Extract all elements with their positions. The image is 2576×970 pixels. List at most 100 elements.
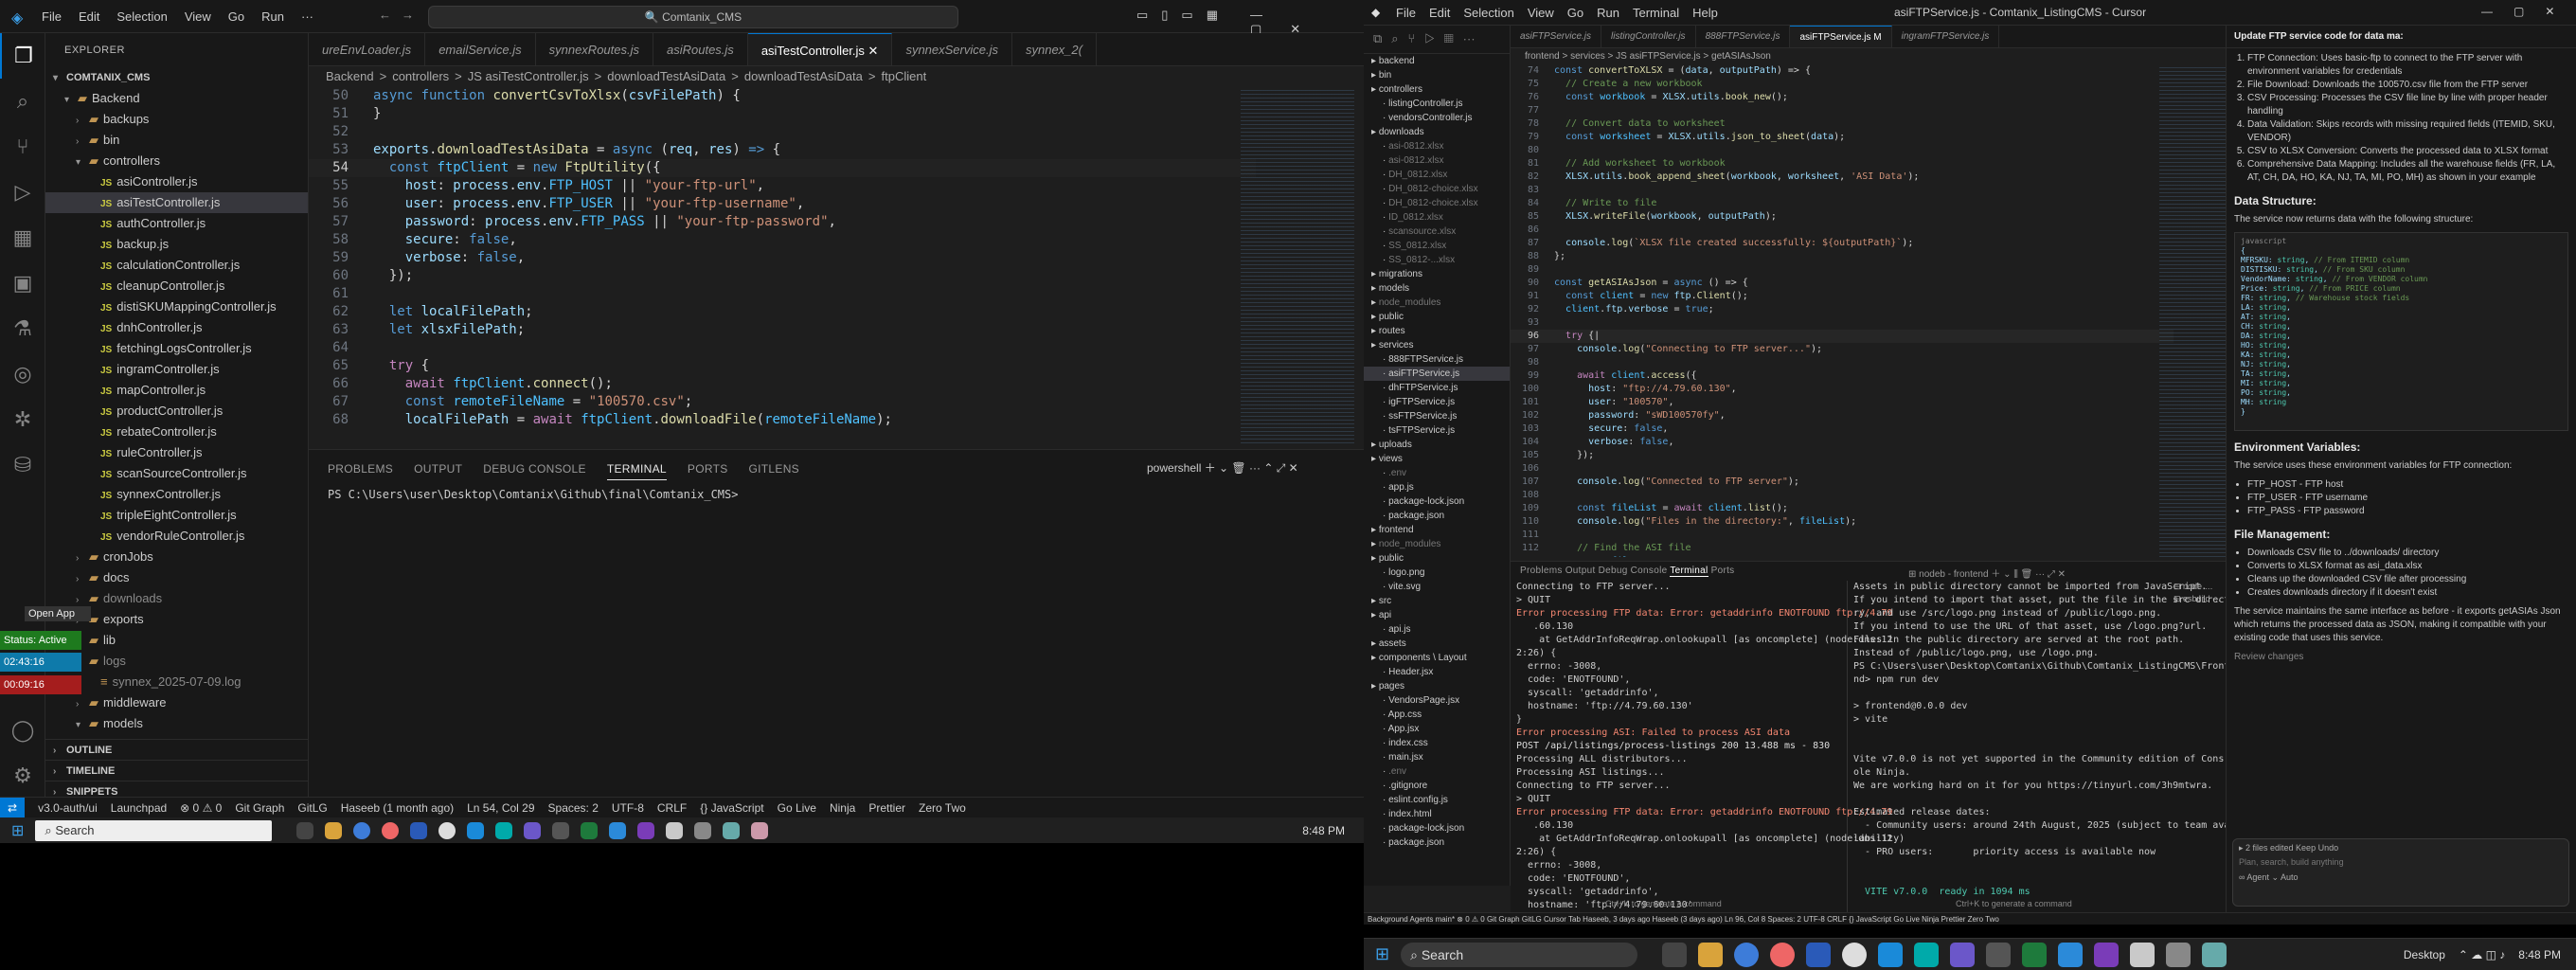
right-editor-tab[interactable]: ingramFTPService.js [1892, 26, 2000, 47]
right-tree-item[interactable]: ▸ pages [1364, 679, 1510, 693]
firefox-icon[interactable] [382, 821, 400, 839]
right-menubar[interactable]: File Edit Selection View Go Run Terminal Help [1396, 6, 1731, 20]
editor-tab[interactable]: synnex_2( [1012, 33, 1097, 65]
status-item[interactable]: UTF-8 [612, 801, 644, 815]
right-tree-item[interactable]: · DH_0812-choice.xlsx [1364, 182, 1510, 196]
remote-icon[interactable]: ▣ [0, 260, 45, 306]
right-tree-item[interactable]: · VendorsPage.jsx [1364, 693, 1510, 708]
right-tree-item[interactable]: · asiFTPService.js [1364, 367, 1510, 381]
panel-tab[interactable]: TERMINAL [606, 462, 667, 480]
right-tree-item[interactable]: · dhFTPService.js [1364, 381, 1510, 395]
right-menu-item-5[interactable]: Run [1597, 6, 1619, 20]
app-icon-1[interactable] [410, 821, 428, 839]
menu-item-4[interactable]: Go [228, 9, 244, 24]
right-tree-item[interactable]: ▸ routes [1364, 324, 1510, 338]
right-panel-tabs[interactable]: Problems Output Debug Console Terminal P… [1520, 566, 1734, 577]
tray-icons[interactable]: ⌃ ☁ ◫ ♪ [2459, 948, 2505, 961]
remote-indicator[interactable]: ⇄ [0, 797, 26, 818]
r-excel-icon[interactable] [2022, 942, 2048, 967]
editor-tab[interactable]: emailService.js [425, 33, 536, 65]
status-item[interactable]: Haseeb (1 month ago) [341, 801, 454, 815]
tree-item[interactable]: › ▰ backups [45, 109, 308, 130]
panel-tab[interactable]: PORTS [688, 462, 728, 476]
right-menu-item-7[interactable]: Help [1692, 6, 1718, 20]
r-vscode-icon[interactable] [2058, 942, 2084, 967]
breadcrumb-segment[interactable]: downloadTestAsiData [744, 69, 863, 83]
app-icon-4[interactable] [495, 821, 513, 839]
breadcrumb-segment[interactable]: JS asiTestController.js [468, 69, 589, 83]
right-tree-item[interactable]: · .env [1364, 466, 1510, 480]
terminal-backend[interactable]: Connecting to FTP server... > QUIT Error p… [1516, 581, 1892, 925]
menu-item-6[interactable]: ··· [301, 9, 313, 24]
right-tree-item[interactable]: ▸ views [1364, 452, 1510, 466]
r-onenote-icon[interactable] [2094, 942, 2120, 967]
right-terminal-controls[interactable]: ⊞ nodeb - frontend ＋ ⌄ ⫼ 🗑 ··· ⤢ ✕ [1908, 566, 2066, 580]
chrome-icon[interactable] [353, 821, 371, 839]
tree-item[interactable]: JS backup.js [45, 234, 308, 255]
right-editor-tab[interactable]: asiFTPService.js [1511, 26, 1602, 47]
right-tree-item[interactable]: ▸ public [1364, 551, 1510, 566]
status-item[interactable]: CRLF [657, 801, 687, 815]
status-item[interactable]: Spaces: 2 [548, 801, 599, 815]
r-app-icon-6[interactable] [1986, 942, 2012, 967]
terminal-prompt[interactable]: PS C:\Users\user\Desktop\Comtanix\Github… [328, 488, 738, 501]
right-tree-item[interactable]: ▸ assets [1364, 637, 1510, 651]
tree-item[interactable]: JS synnexController.js [45, 484, 308, 505]
right-tree-item[interactable]: · vendorsController.js [1364, 111, 1510, 125]
right-tree-item[interactable]: ▸ backend [1364, 54, 1510, 68]
right-tree-item[interactable]: ▸ node_modules [1364, 537, 1510, 551]
tree-item[interactable]: ▾ ▰ controllers [45, 151, 308, 171]
panel-tab[interactable]: DEBUG CONSOLE [483, 462, 586, 476]
explorer-icon[interactable]: ❐ [0, 33, 45, 79]
right-taskbar-search[interactable]: ⌕ Search [1401, 942, 1638, 967]
python-icon[interactable]: ✲ [0, 397, 45, 442]
vscode-taskbar-icon[interactable] [609, 821, 627, 839]
right-tree-item[interactable]: ▸ node_modules [1364, 296, 1510, 310]
right-menu-item-6[interactable]: Terminal [1633, 6, 1679, 20]
tree-item[interactable]: › ▰ bin [45, 130, 308, 151]
right-tree-item[interactable]: · DH_0812.xlsx [1364, 168, 1510, 182]
right-clock[interactable]: 8:48 PM [2518, 948, 2561, 961]
right-tree-item[interactable]: ▸ controllers [1364, 82, 1510, 97]
r-firefox-icon[interactable] [1770, 942, 1796, 967]
taskbar-search[interactable]: ⌕ Search [35, 819, 273, 841]
extensions-icon[interactable]: ▦ [0, 215, 45, 260]
status-item[interactable]: Zero Two [919, 801, 966, 815]
right-minimap[interactable] [2159, 64, 2226, 557]
right-tree-item[interactable]: · package.json [1364, 509, 1510, 523]
tree-item[interactable]: › ▰ cronJobs [45, 547, 308, 567]
timeline-section[interactable]: › TIMELINE [45, 760, 308, 781]
tree-item[interactable]: › ▰ docs [45, 567, 308, 588]
panel-tab[interactable]: GITLENS [749, 462, 799, 476]
right-tree-item[interactable]: · 888FTPService.js [1364, 352, 1510, 367]
right-tree-item[interactable]: ▸ downloads [1364, 125, 1510, 139]
tree-item[interactable]: JS tripleEightController.js [45, 505, 308, 526]
minimap[interactable] [1241, 87, 1354, 445]
tree-item[interactable]: JS distiSKUMappingController.js [45, 296, 308, 317]
r-app-icon-3[interactable] [1878, 942, 1904, 967]
editor-tab[interactable]: synnexService.js [892, 33, 1012, 65]
outline-section[interactable]: › OUTLINE [45, 739, 308, 760]
right-tree-item[interactable]: · asi-0812.xlsx [1364, 139, 1510, 153]
right-tree-item[interactable]: · package-lock.json [1364, 494, 1510, 509]
right-code-editor[interactable]: 74 const convertToXLSX = (data, outputPat… [1511, 64, 2174, 557]
app-icon-3[interactable] [467, 821, 485, 839]
windows-start-icon[interactable]: ⊞ [11, 821, 24, 840]
excel-icon[interactable] [581, 821, 599, 839]
right-tree-item[interactable]: · DH_0812-choice.xlsx [1364, 196, 1510, 210]
right-tree-item[interactable]: · ssFTPService.js [1364, 409, 1510, 423]
menu-item-2[interactable]: Selection [116, 9, 167, 24]
right-tree-item[interactable]: · scansource.xlsx [1364, 225, 1510, 239]
right-statusbar[interactable]: Background Agents main* ⊗ 0 ⚠ 0 Git Grap… [1364, 912, 2576, 925]
menu-item-1[interactable]: Edit [79, 9, 99, 24]
r-task-view-icon[interactable] [1662, 942, 1688, 967]
tree-item[interactable]: JS vendorRuleController.js [45, 526, 308, 547]
r-file-explorer-icon[interactable] [1698, 942, 1724, 967]
r-app-icon-2[interactable] [1842, 942, 1868, 967]
status-item[interactable]: Git Graph [235, 801, 284, 815]
app-icon-9[interactable] [751, 821, 769, 839]
right-tree-item[interactable]: · .env [1364, 764, 1510, 779]
task-view-icon[interactable] [296, 821, 314, 839]
left-clock[interactable]: 8:48 PM [1302, 824, 1345, 837]
right-editor-tab[interactable]: listingController.js [1601, 26, 1696, 47]
